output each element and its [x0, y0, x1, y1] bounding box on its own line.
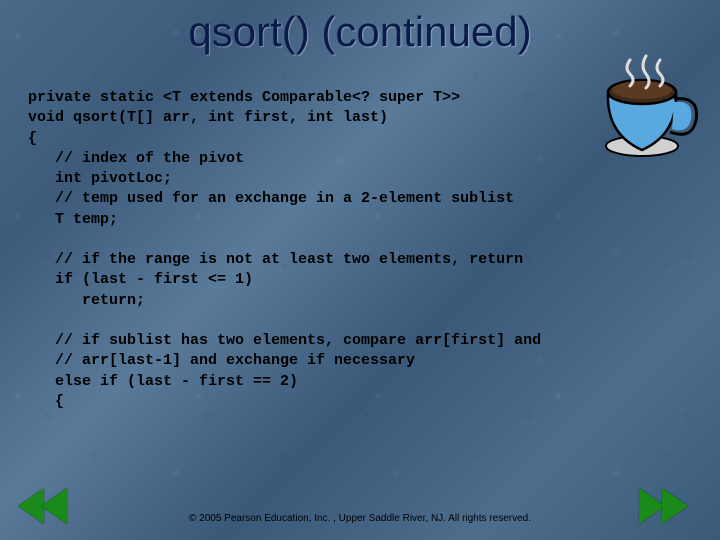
next-buttons[interactable]	[642, 488, 702, 528]
prev-buttons[interactable]	[18, 488, 78, 528]
copyright-text: © 2005 Pearson Education, Inc. , Upper S…	[0, 513, 720, 524]
arrow-right-icon	[662, 488, 688, 524]
code-block: private static <T extends Comparable<? s…	[28, 88, 696, 412]
arrow-left-icon	[41, 488, 67, 524]
slide: qsort() (continued) private static <T ex…	[0, 0, 720, 540]
slide-title: qsort() (continued)	[0, 8, 720, 56]
